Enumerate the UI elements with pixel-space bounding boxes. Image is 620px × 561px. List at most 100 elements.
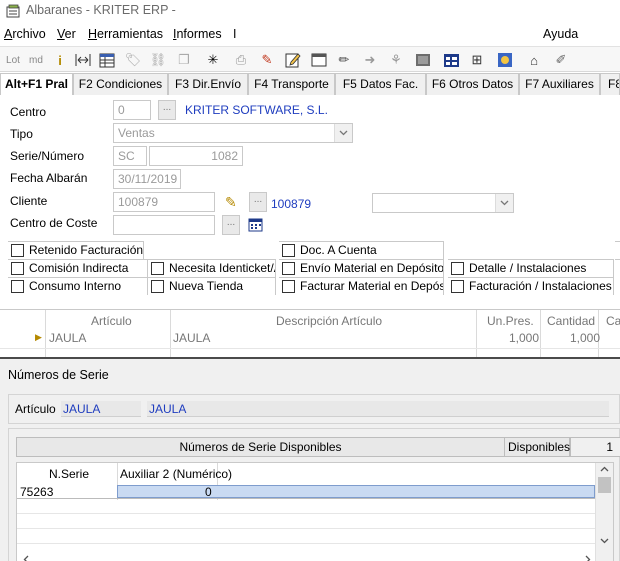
check-consumo-interno[interactable]: Consumo Interno [8, 277, 148, 295]
menu-extra[interactable]: I [233, 27, 236, 41]
tag2-icon[interactable]: ⌂ [524, 50, 544, 70]
menu-archivo[interactable]: Archivo [4, 27, 46, 41]
header-articulo[interactable]: Artículo [91, 314, 132, 328]
column-divider [540, 310, 541, 358]
branch-icon[interactable]: ⊞ [467, 50, 487, 70]
check-doc-a-cuenta[interactable]: Doc. A Cuenta [279, 241, 444, 259]
header-cantidad[interactable]: Cantidad [547, 314, 595, 328]
row-indicator-icon: ▶ [35, 332, 42, 342]
scroll-left-icon[interactable] [23, 555, 29, 561]
table-icon[interactable] [441, 50, 461, 70]
check-facturacion-instalaciones[interactable]: Facturación / Instalaciones [448, 277, 614, 295]
grid-icon[interactable] [97, 50, 117, 70]
fit-width-icon[interactable] [73, 50, 93, 70]
header-n-serie[interactable]: N.Serie [49, 467, 89, 481]
row-divider [17, 498, 595, 499]
info-icon[interactable]: i [50, 50, 70, 70]
tab-auxiliares[interactable]: F7 Auxiliares [519, 73, 600, 95]
sparkle-icon[interactable]: ✳ [203, 50, 223, 70]
check-facturar-material-deposito[interactable]: Facturar Material en Depósito [279, 277, 444, 295]
checkbox[interactable] [11, 262, 24, 275]
checkbox[interactable] [151, 280, 164, 293]
tab-transporte[interactable]: F4 Transporte [248, 73, 335, 95]
check-nueva-tienda[interactable]: Nueva Tienda [148, 277, 276, 295]
checkbox[interactable] [282, 262, 295, 275]
vertical-scrollbar[interactable] [595, 463, 613, 561]
edit-icon[interactable] [283, 50, 303, 70]
cell-auxiliar-2[interactable]: 0 [205, 485, 212, 499]
series-dialog-title: Números de Serie [8, 368, 109, 382]
menu-herramientas[interactable]: Herramientas [88, 27, 163, 41]
centro-coste-lookup-button[interactable]: ... [222, 215, 240, 235]
lot-icon[interactable]: Lot [2, 50, 24, 70]
picture-icon[interactable] [495, 50, 515, 70]
cell-articulo[interactable]: JAULA [49, 331, 86, 345]
cell-un-pres[interactable]: 1,000 [509, 331, 539, 345]
check-necesita-identicket[interactable]: Necesita Identicket/A [148, 259, 276, 277]
centro-coste-input[interactable] [113, 215, 215, 235]
checkbox[interactable] [451, 262, 464, 275]
copy-icon[interactable]: ❐ [174, 50, 194, 70]
check-envio-material-deposito[interactable]: Envío Material en Depósito [279, 259, 444, 277]
tag-icon[interactable]: 🏷 [123, 50, 143, 70]
centro-input[interactable]: 0 [113, 100, 151, 120]
header-ca[interactable]: Ca [606, 314, 620, 328]
tab-principal[interactable]: Alt+F1 Pral [0, 73, 73, 96]
checkbox[interactable] [11, 244, 24, 257]
checkbox[interactable] [151, 262, 164, 275]
tab-direnvio[interactable]: F3 Dir.Envío [168, 73, 248, 95]
centro-name: KRITER SOFTWARE, S.L. [185, 103, 328, 117]
scroll-down-icon[interactable] [600, 538, 609, 544]
fecha-input[interactable]: 30/11/2019 [113, 169, 181, 189]
cliente-combo[interactable] [372, 193, 514, 213]
checkbox[interactable] [11, 280, 24, 293]
column-divider [45, 310, 46, 358]
cell-descripcion[interactable]: JAULA [173, 331, 210, 345]
tipo-select[interactable]: Ventas [113, 123, 353, 143]
check-retenido-facturacion[interactable]: Retenido Facturación [8, 241, 144, 259]
window-icon[interactable] [309, 50, 329, 70]
cliente-lookup-button[interactable]: ... [249, 192, 267, 212]
md-icon[interactable]: md [25, 50, 47, 70]
scroll-up-icon[interactable] [600, 466, 609, 472]
tab-f8[interactable]: F8 [600, 73, 620, 95]
menu-ver[interactable]: Ver [57, 27, 76, 41]
checkbox[interactable] [282, 280, 295, 293]
tab-otros-datos[interactable]: F6 Otros Datos [426, 73, 519, 95]
print-icon[interactable]: ⎙ [231, 50, 251, 70]
scroll-right-icon[interactable] [585, 555, 591, 561]
calendar-icon[interactable] [248, 218, 263, 235]
articulo-code: JAULA [61, 401, 141, 417]
centro-lookup-button[interactable]: ... [158, 100, 176, 120]
numero-input[interactable]: 1082 [149, 146, 243, 166]
link-icon[interactable]: ⛓ [148, 50, 168, 70]
pencil-icon[interactable]: ✎ [225, 194, 237, 211]
header-descripcion[interactable]: Descripción Artículo [276, 314, 382, 328]
cliente-input[interactable]: 100879 [113, 192, 215, 212]
checkbox[interactable] [451, 280, 464, 293]
header-un-pres[interactable]: Un.Pres. [487, 314, 534, 328]
checkbox[interactable] [282, 244, 295, 257]
wrench-icon[interactable]: ✎ [257, 50, 277, 70]
cell-n-serie[interactable]: 75263 [20, 485, 53, 499]
row-divider [17, 528, 595, 529]
article-panel: Artículo JAULA JAULA [8, 394, 620, 424]
check-detalle-instalaciones[interactable]: Detalle / Instalaciones [448, 259, 614, 277]
arrow-icon[interactable]: ➜ [360, 50, 380, 70]
cell-cantidad[interactable]: 1,000 [570, 331, 600, 345]
tab-condiciones[interactable]: F2 Condiciones [73, 73, 168, 95]
tree-icon[interactable]: ⚘ [386, 50, 406, 70]
notes-icon[interactable]: ✐ [551, 50, 571, 70]
menu-informes[interactable]: Informes [173, 27, 222, 41]
clean-icon[interactable]: ✏ [334, 50, 354, 70]
column-divider [170, 310, 171, 358]
image-icon[interactable] [413, 50, 433, 70]
serie-input[interactable]: SC [113, 146, 147, 166]
header-auxiliar-2[interactable]: Auxiliar 2 (Numérico) [120, 467, 232, 481]
tab-datos-fac[interactable]: F5 Datos Fac. [335, 73, 426, 95]
menu-ayuda[interactable]: Ayuda [543, 27, 578, 41]
check-comision-indirecta[interactable]: Comisión Indirecta [8, 259, 148, 277]
disponibles-label: Disponibles [504, 437, 570, 457]
cliente-link[interactable]: 100879 [271, 197, 311, 211]
scrollbar-thumb[interactable] [598, 477, 611, 493]
